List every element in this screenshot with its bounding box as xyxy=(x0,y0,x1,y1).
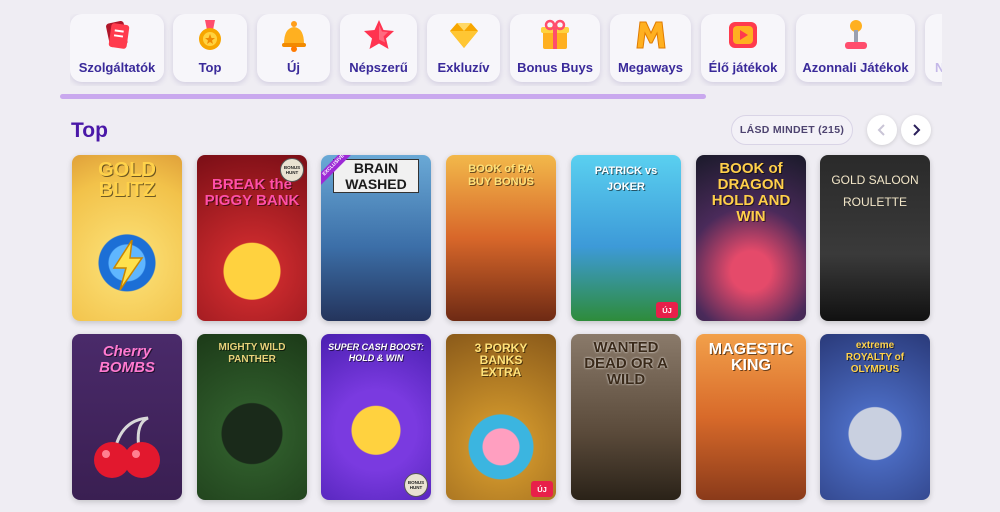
game-tile[interactable]: SUPER CASH BOOST: HOLD & WIN BONUS HUNT xyxy=(321,334,431,500)
megaways-icon xyxy=(633,17,669,53)
gift-icon xyxy=(537,17,573,53)
game-tile[interactable]: GOLD BLITZ xyxy=(72,155,182,321)
game-title: WANTED DEAD OR A WILD xyxy=(584,339,668,388)
game-tile[interactable]: 3 PORKY BANKS EXTRA ÚJ xyxy=(446,334,556,500)
game-tile[interactable]: MIGHTY WILD PANTHER xyxy=(197,334,307,500)
section-title: Top xyxy=(71,119,108,142)
game-title: MAGESTIC KING xyxy=(708,341,794,374)
medal-icon xyxy=(192,17,228,53)
category-szolgaltatok[interactable]: Szolgáltatók xyxy=(70,14,164,82)
bonus-hunt-badge: BONUS HUNT xyxy=(280,158,304,182)
category-scrollbar[interactable] xyxy=(60,94,706,99)
game-tile[interactable]: BREAK the PIGGY BANK BONUS HUNT xyxy=(197,155,307,321)
game-tile[interactable]: BRAIN WASHED EXCLUSIVE xyxy=(321,155,431,321)
game-title: 3 PORKY BANKS EXTRA xyxy=(474,341,528,379)
category-label: Népszerű xyxy=(349,60,408,75)
game-tile[interactable]: extreme ROYALTY of OLYMPUS xyxy=(820,334,930,500)
category-label: Új xyxy=(287,60,300,75)
game-title: PATRICK vs JOKER xyxy=(594,165,658,193)
cherry-icon xyxy=(94,416,160,478)
more-icon xyxy=(937,17,942,53)
next-button[interactable] xyxy=(901,115,931,145)
category-exkluziv[interactable]: Exkluzív xyxy=(427,14,500,82)
category-more[interactable]: N xyxy=(925,14,942,82)
game-title: GOLD BLITZ xyxy=(98,159,156,201)
category-azonnali-jatekok[interactable]: Azonnali Játékok xyxy=(796,14,915,82)
game-title: BRAIN WASHED xyxy=(333,159,419,193)
game-title: BOOK of DRAGON HOLD AND WIN xyxy=(711,160,791,225)
category-nepszeru[interactable]: Népszerű xyxy=(340,14,417,82)
game-title: BREAK the PIGGY BANK xyxy=(204,176,300,209)
prev-button[interactable] xyxy=(867,115,897,145)
chevron-right-icon xyxy=(913,124,921,136)
category-uj[interactable]: Új xyxy=(257,14,330,82)
category-megaways[interactable]: Megaways xyxy=(610,14,691,82)
category-elo-jatekok[interactable]: Élő játékok xyxy=(701,14,785,82)
category-label: Bonus Buys xyxy=(517,60,593,75)
category-label: Top xyxy=(198,60,222,75)
game-title: extreme ROYALTY of OLYMPUS xyxy=(845,340,905,375)
game-tile[interactable]: Cherry BOMBS xyxy=(72,334,182,500)
new-badge: ÚJ xyxy=(531,481,553,497)
category-label: Azonnali Játékok xyxy=(802,60,909,75)
game-tile[interactable]: GOLD SALOON ROULETTE xyxy=(820,155,930,321)
gem-icon xyxy=(446,17,482,53)
play-icon xyxy=(725,17,761,53)
see-all-button[interactable]: LÁSD MINDET (215) xyxy=(731,115,853,145)
game-title: Cherry BOMBS xyxy=(99,343,155,376)
category-label: N xyxy=(935,60,942,75)
category-label: Szolgáltatók xyxy=(78,60,156,75)
game-title: BOOK of RA BUY BONUS xyxy=(468,163,534,188)
category-top[interactable]: Top xyxy=(173,14,247,82)
lightning-icon xyxy=(112,240,144,290)
game-title: GOLD SALOON ROULETTE xyxy=(831,173,919,209)
game-tile[interactable]: PATRICK vs JOKER ÚJ xyxy=(571,155,681,321)
star-icon xyxy=(361,17,397,53)
game-tile[interactable]: BOOK of RA BUY BONUS xyxy=(446,155,556,321)
chevron-left-icon xyxy=(877,124,885,136)
category-label: Exkluzív xyxy=(437,60,490,75)
game-title: SUPER CASH BOOST: HOLD & WIN xyxy=(328,342,424,363)
joystick-icon xyxy=(838,17,874,53)
new-badge: ÚJ xyxy=(656,302,678,318)
cards-icon xyxy=(99,17,135,53)
category-bar: Szolgáltatók Top Új Népszerű Exkluzív Bo… xyxy=(70,14,942,86)
category-label: Megaways xyxy=(617,60,684,75)
game-tile[interactable]: MAGESTIC KING xyxy=(696,334,806,500)
category-label: Élő játékok xyxy=(708,60,778,75)
category-bonus-buys[interactable]: Bonus Buys xyxy=(510,14,600,82)
game-tile[interactable]: WANTED DEAD OR A WILD xyxy=(571,334,681,500)
bonus-hunt-badge: BONUS HUNT xyxy=(404,473,428,497)
game-title: MIGHTY WILD PANTHER xyxy=(218,342,286,365)
game-tile[interactable]: BOOK of DRAGON HOLD AND WIN xyxy=(696,155,806,321)
bell-icon xyxy=(276,17,312,53)
